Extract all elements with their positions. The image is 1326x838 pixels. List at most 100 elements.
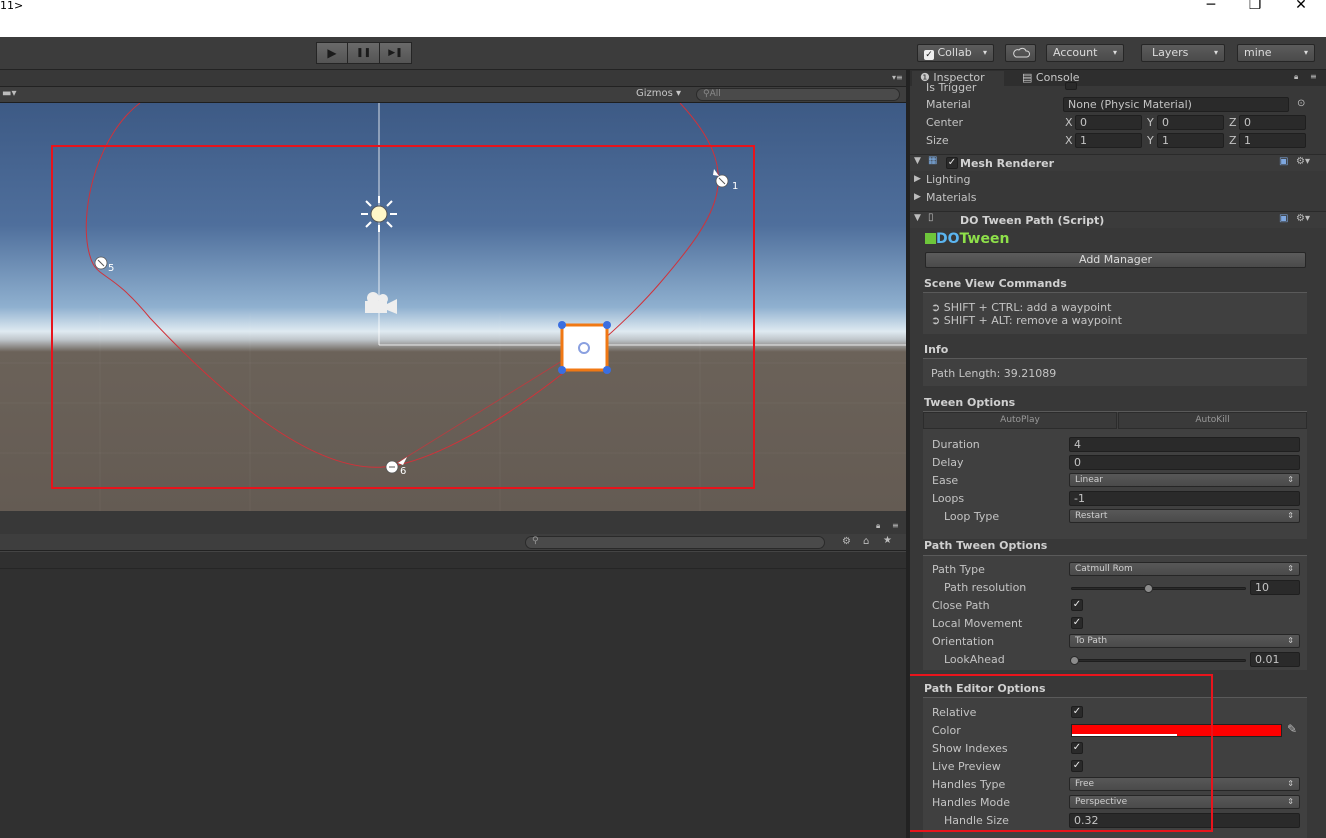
scene-viewport[interactable]: 1 5 6	[0, 103, 906, 511]
collab-dropdown[interactable]: ✓ Collab ▾	[917, 44, 994, 62]
gear-icon[interactable]: ⚙▾	[1296, 156, 1310, 167]
center-x-label: X	[1065, 116, 1073, 129]
search-icon: ⚲	[703, 89, 710, 99]
autokill-toggle[interactable]: AutoKill	[1118, 412, 1307, 429]
panel-menu-icon[interactable]: ▾≡	[892, 73, 903, 82]
lock-icon[interactable]: 🔒︎	[876, 521, 880, 531]
foldout-expanded-icon[interactable]: ▼	[914, 213, 921, 223]
loops-field[interactable]: -1	[1069, 491, 1300, 506]
highlight-box-path-editor	[910, 674, 1213, 832]
size-y-field[interactable]: 1	[1157, 133, 1224, 148]
gizmos-dropdown[interactable]: Gizmos ▾	[636, 88, 681, 99]
info-box: Path Length: 39.21089	[923, 358, 1307, 386]
chevron-down-icon: ▾	[982, 48, 987, 57]
cloud-button[interactable]	[1005, 44, 1036, 62]
path-tween-options-title: Path Tween Options	[924, 539, 1048, 552]
gear-icon[interactable]: ⚙▾	[1296, 213, 1310, 224]
foldout-collapsed-icon[interactable]: ▶	[914, 192, 921, 202]
mesh-renderer-enabled-checkbox[interactable]: ✓	[946, 157, 958, 169]
orientation-dropdown[interactable]: To Path ⇕	[1069, 634, 1300, 648]
star-icon[interactable]: ★	[883, 535, 892, 546]
dotween-path-header[interactable]: ▼ ▯ DO Tween Path (Script) ▣ ⚙▾	[910, 211, 1326, 228]
path-resolution-slider[interactable]	[1071, 587, 1246, 590]
mesh-renderer-header[interactable]: ▼ ▦ ✓ Mesh Renderer ▣ ⚙▾	[910, 154, 1326, 171]
mesh-renderer-icon: ▦	[928, 155, 938, 166]
waypoint-label-1: 1	[732, 181, 738, 192]
lower-search-input[interactable]: ⚲	[525, 536, 825, 549]
step-button[interactable]: ▶❚	[380, 42, 412, 64]
size-z-field[interactable]: 1	[1239, 133, 1306, 148]
lock-icon[interactable]: 🔒︎	[1294, 72, 1298, 82]
object-picker-icon[interactable]: ⊙	[1297, 98, 1305, 109]
dotween-logo: DOTween	[925, 231, 1009, 247]
tag-icon[interactable]: ⌂	[863, 536, 869, 547]
size-y-label: Y	[1147, 134, 1154, 147]
eyedropper-icon[interactable]: ✎	[1287, 722, 1297, 736]
local-movement-checkbox[interactable]: ✓	[1071, 617, 1083, 629]
lookahead-field[interactable]: 0.01	[1250, 652, 1300, 667]
panel-menu-icon[interactable]: ≡	[892, 521, 899, 530]
lighting-foldout[interactable]: Lighting	[926, 173, 970, 186]
loop-type-dropdown[interactable]: Restart ⇕	[1069, 509, 1300, 523]
render-mode-icon[interactable]: ▬▾	[2, 88, 16, 99]
play-button[interactable]: ▶	[316, 42, 348, 64]
help-icon[interactable]: ▣	[1279, 213, 1288, 224]
path-length-text: Path Length: 39.21089	[931, 367, 1057, 380]
panel-menu-icon[interactable]: ≡	[1310, 72, 1317, 81]
pause-icon: ❚❚	[355, 48, 372, 58]
chevron-down-icon: ▾	[1213, 48, 1218, 57]
updown-arrow-icon: ⇕	[1287, 797, 1294, 806]
maximize-icon[interactable]: ❐	[1232, 0, 1278, 14]
mesh-renderer-title: Mesh Renderer	[960, 157, 1055, 170]
lookahead-slider[interactable]	[1071, 659, 1246, 662]
script-icon: ▯	[928, 212, 934, 223]
selected-cube[interactable]	[558, 321, 611, 374]
playback-controls: ▶ ❚❚ ▶❚	[316, 42, 412, 64]
material-field[interactable]: None (Physic Material)	[1063, 97, 1289, 112]
layout-dropdown[interactable]: mine ▾	[1237, 44, 1315, 62]
center-x-field[interactable]: 0	[1075, 115, 1142, 130]
center-label: Center	[926, 116, 964, 129]
scene-drawing: 1 5 6	[0, 103, 906, 511]
path-type-dropdown[interactable]: Catmull Rom ⇕	[1069, 562, 1300, 576]
collab-label: Collab	[937, 46, 972, 59]
waypoint-5[interactable]	[94, 256, 108, 270]
center-y-field[interactable]: 0	[1157, 115, 1224, 130]
autoplay-toggle[interactable]: AutoPlay	[923, 412, 1117, 429]
filter-type-icon[interactable]: ⚙	[842, 536, 851, 547]
highlight-box-scene	[51, 145, 755, 489]
dotween-logo-tween: Tween	[959, 231, 1010, 247]
path-handle-line	[391, 347, 584, 467]
foldout-expanded-icon[interactable]: ▼	[914, 156, 921, 166]
account-dropdown[interactable]: Account ▾	[1046, 44, 1124, 62]
minimize-icon[interactable]: ─	[1188, 0, 1234, 14]
path-type-value: Catmull Rom	[1075, 564, 1133, 574]
scene-toolbar: ▬▾ Gizmos ▾ ⚲All	[0, 87, 906, 103]
help-icon[interactable]: ▣	[1279, 156, 1288, 167]
ease-dropdown[interactable]: Linear ⇕	[1069, 473, 1300, 487]
path-resolution-slider-thumb[interactable]	[1144, 584, 1153, 593]
duration-field[interactable]: 4	[1069, 437, 1300, 452]
pause-button[interactable]: ❚❚	[348, 42, 380, 64]
delay-field[interactable]: 0	[1069, 455, 1300, 470]
lookahead-slider-thumb[interactable]	[1070, 656, 1079, 665]
is-trigger-checkbox[interactable]	[1065, 82, 1077, 90]
layers-dropdown[interactable]: Layers ▾	[1141, 44, 1225, 62]
play-icon: ▶	[327, 46, 337, 60]
lower-tab-header: 🔒︎ ≡	[0, 521, 906, 534]
path-resolution-field[interactable]: 10	[1250, 580, 1300, 595]
loop-type-value: Restart	[1075, 511, 1108, 521]
close-path-checkbox[interactable]: ✓	[1071, 599, 1083, 611]
foldout-collapsed-icon[interactable]: ▶	[914, 174, 921, 184]
scene-search-input[interactable]: ⚲All	[696, 88, 900, 101]
add-manager-button[interactable]: Add Manager	[925, 252, 1306, 268]
scene-search-placeholder: All	[709, 89, 721, 99]
sun-icon	[361, 196, 397, 232]
close-icon[interactable]: ✕	[1278, 0, 1324, 14]
lookahead-label: LookAhead	[944, 653, 1005, 666]
materials-foldout[interactable]: Materials	[926, 191, 976, 204]
tab-console[interactable]: ▤ Console	[1014, 71, 1104, 86]
size-x-field[interactable]: 1	[1075, 133, 1142, 148]
center-z-field[interactable]: 0	[1239, 115, 1306, 130]
waypoint-1[interactable]	[713, 169, 729, 188]
